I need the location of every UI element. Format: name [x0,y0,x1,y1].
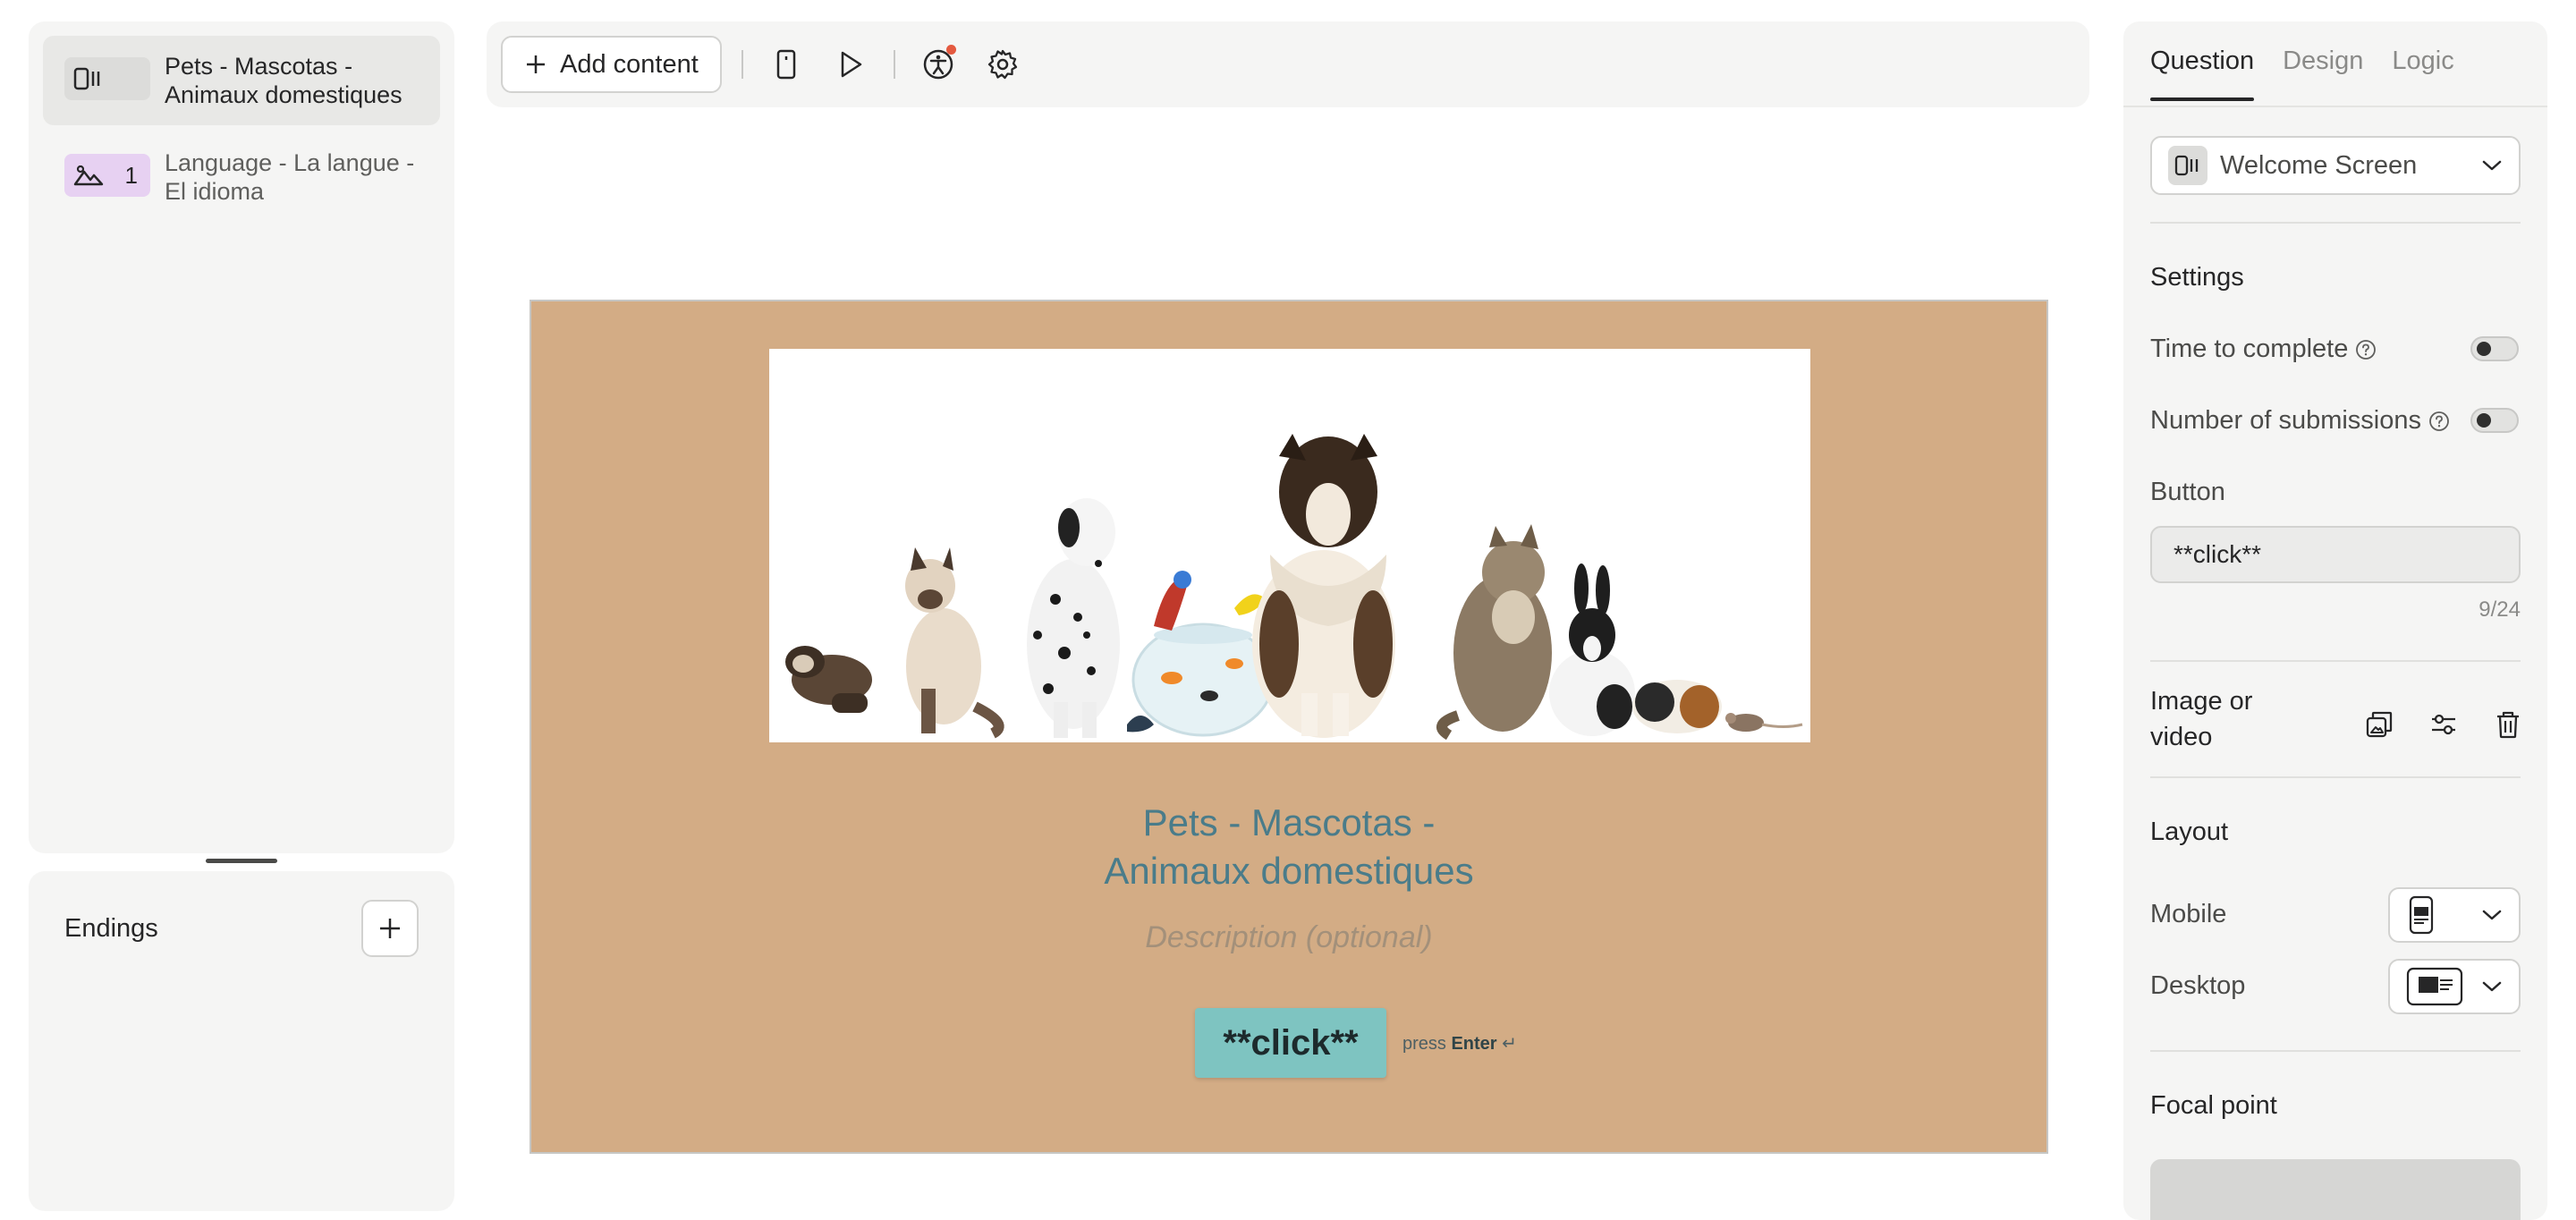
question-number: 1 [124,161,138,189]
toolbar-divider [893,50,895,79]
time-to-complete-toggle[interactable] [2470,336,2519,361]
mobile-preview-button[interactable] [763,41,809,88]
question-type-label: Welcome Screen [2220,150,2418,180]
mobile-preview-icon [775,49,797,80]
submissions-label: Number of submissions [2150,406,2421,435]
desktop-layout-label: Desktop [2150,971,2246,1000]
character-count: 9/24 [2479,597,2521,622]
fishbowl-figure [1127,571,1275,737]
description-placeholder[interactable]: Description (optional) [531,920,2046,955]
replace-image-button[interactable] [2356,701,2402,748]
tab-design[interactable]: Design [2283,47,2363,101]
ferret-figure [785,646,872,713]
section-divider [2150,776,2521,778]
button-text-input[interactable]: **click** [2150,526,2521,583]
tabs-divider [2123,106,2547,107]
help-circle-icon[interactable] [2355,339,2377,360]
mobile-layout-select[interactable] [2388,887,2521,943]
preview-play-button[interactable] [827,41,874,88]
cat-figure [905,547,1004,739]
section-divider [2150,660,2521,662]
welcome-screen-icon [2168,146,2207,185]
mouse-figure [1725,713,1803,732]
welcome-screen-canvas: Pets - Mascotas - Animaux domestiques De… [530,300,2048,1154]
plus-icon [524,53,560,76]
rabbit-figure [1549,563,1635,736]
notification-dot [945,45,956,55]
question-item-welcome[interactable]: Pets - Mascotas - Animaux domestiques [43,36,440,125]
sliders-icon [2428,709,2459,740]
plus-icon [377,916,402,941]
image-settings-button[interactable] [2420,701,2467,748]
mobile-layout-icon [2406,895,2436,935]
press-hint-prefix: press [1402,1034,1446,1054]
collie-figure [1252,434,1395,738]
guinea-pig-figure [1632,680,1722,733]
add-content-label: Add content [560,49,699,79]
image-or-video-label: Image or video [2150,687,2253,751]
question-item-label: Pets - Mascotas - Animaux domestiques [165,53,402,108]
tab-logic[interactable]: Logic [2392,47,2453,101]
question-type-badge [64,57,150,100]
submissions-row: Number of submissions [2150,406,2450,436]
toolbar-divider [741,50,743,79]
endings-title: Endings [64,914,158,943]
layout-title: Layout [2150,818,2229,846]
pets-illustration [785,434,1803,741]
endings-panel: Endings [29,871,454,1211]
mobile-layout-label: Mobile [2150,900,2227,928]
image-swap-icon [2364,709,2394,740]
question-item-language[interactable]: 1 Language - La langue - El idioma [43,132,440,222]
question-type-badge: 1 [64,154,150,197]
trash-icon [2494,709,2522,740]
tabby-cat-figure [1436,524,1552,741]
submissions-toggle[interactable] [2470,408,2519,433]
settings-title: Settings [2150,263,2244,292]
chevron-down-icon [2481,909,2503,921]
settings-button[interactable] [979,41,1026,88]
add-ending-button[interactable] [361,900,419,957]
help-circle-icon[interactable] [2428,411,2450,432]
play-icon [837,50,864,79]
button-section-label: Button [2150,478,2225,506]
welcome-title-text: Pets - Mascotas - Animaux domestiques [1104,801,1474,892]
desktop-layout-select[interactable] [2388,959,2521,1014]
delete-image-button[interactable] [2485,701,2531,748]
hero-image-pets[interactable] [769,349,1810,742]
question-item-label: Language - La langue - El idioma [165,149,415,205]
welcome-start-button[interactable]: **click** [1195,1008,1386,1078]
dalmatian-figure [1027,498,1120,738]
accessibility-button[interactable] [915,41,962,88]
desktop-layout-icon [2406,967,2463,1006]
focal-point-picker[interactable] [2150,1159,2521,1220]
welcome-screen-icon [73,67,104,90]
editor-toolbar: Add content [487,21,2089,107]
image-actions [2338,701,2531,748]
properties-panel: Question Design Logic Welcome Screen Set… [2123,21,2547,1220]
enter-icon: ↵ [1502,1034,1517,1054]
chevron-down-icon [2481,980,2503,993]
section-divider [2150,222,2521,224]
panel-tabs: Question Design Logic [2150,47,2483,101]
question-type-select[interactable]: Welcome Screen [2150,136,2521,195]
welcome-title[interactable]: Pets - Mascotas - Animaux domestiques [531,799,2046,895]
panel-resize-handle[interactable] [206,859,277,863]
press-hint-key: Enter [1451,1034,1497,1054]
press-enter-hint: press Enter ↵ [1402,1032,1517,1055]
focal-point-title: Focal point [2150,1091,2277,1120]
chevron-down-icon [2481,159,2503,172]
tab-question[interactable]: Question [2150,47,2255,101]
time-to-complete-label: Time to complete [2150,335,2349,363]
add-content-button[interactable]: Add content [501,36,722,93]
time-to-complete-row: Time to complete [2150,335,2377,364]
section-divider [2150,1050,2521,1052]
question-list-panel: Pets - Mascotas - Animaux domestiques 1 … [29,21,454,853]
settings-gear-icon [987,48,1019,80]
picture-choice-icon [73,164,104,187]
